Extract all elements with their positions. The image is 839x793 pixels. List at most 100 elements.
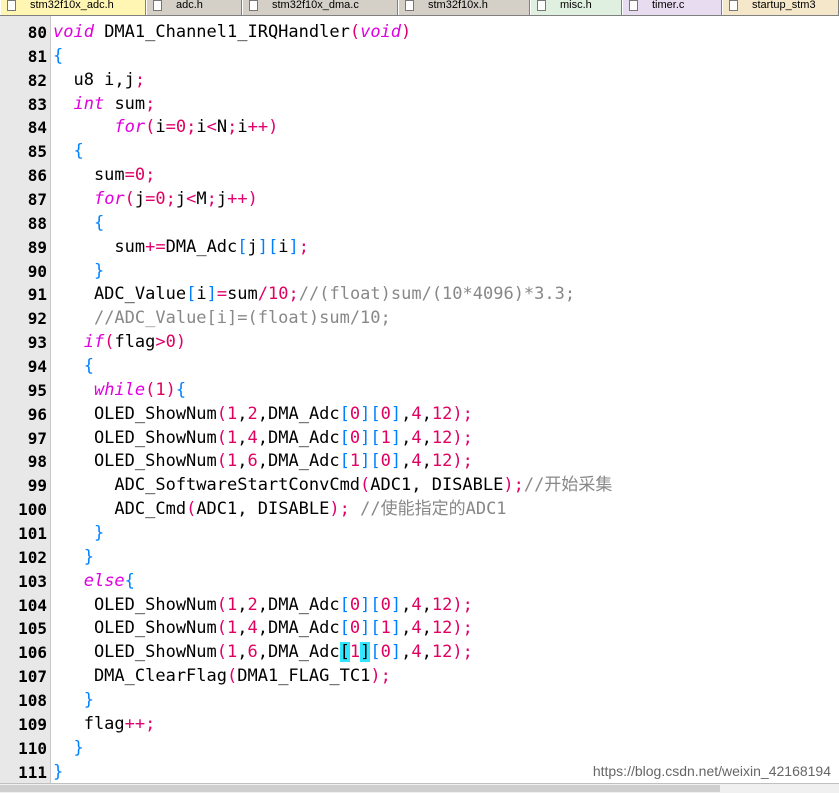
line-number: 94: [27, 357, 47, 377]
line-number: 89: [27, 237, 47, 257]
code-text[interactable]: }: [53, 689, 94, 713]
code-text[interactable]: DMA_ClearFlag(DMA1_FLAG_TC1);: [53, 665, 391, 689]
line-number: 80: [27, 23, 47, 42]
code-text[interactable]: if(flag>0): [53, 331, 186, 355]
file-icon: [405, 0, 414, 11]
code-line[interactable]: 80 void DMA1_Channel1_IRQHandler(void): [0, 21, 839, 45]
line-number: 102: [18, 547, 47, 567]
code-text[interactable]: sum=0;: [53, 164, 155, 188]
code-editor[interactable]: 80 void DMA1_Channel1_IRQHandler(void) 81 {…: [0, 21, 839, 785]
line-number: 88: [27, 213, 47, 233]
code-text[interactable]: ADC_Value[i]=sum/10;//(float)sum/(10*409…: [53, 283, 575, 307]
code-text[interactable]: u8 i,j;: [53, 69, 145, 93]
code-text[interactable]: int sum;: [53, 93, 155, 117]
code-text[interactable]: {: [53, 45, 63, 69]
code-line[interactable]: 84 for(i=0;i<N;i++): [0, 116, 839, 140]
file-icon: [249, 0, 258, 11]
tab-startup[interactable]: startup_stm3: [722, 0, 839, 15]
line-number: 85: [27, 142, 47, 162]
file-tab-bar: stm32f10x_adc.h adc.h stm32f10x_dma.c st…: [0, 0, 839, 16]
code-line[interactable]: 95 while(1){: [0, 379, 839, 403]
code-line[interactable]: 100 ADC_Cmd(ADC1, DISABLE); //使能指定的ADC1: [0, 498, 839, 522]
code-line[interactable]: 82 u8 i,j;: [0, 69, 839, 93]
line-number: 109: [18, 714, 47, 734]
code-text[interactable]: for(j=0;j<M;j++): [53, 188, 258, 212]
code-text[interactable]: OLED_ShowNum(1,2,DMA_Adc[0][0],4,12);: [53, 594, 473, 618]
tab-misc-h[interactable]: misc.h: [530, 0, 622, 15]
code-line[interactable]: 88 {: [0, 212, 839, 236]
code-text[interactable]: OLED_ShowNum(1,6,DMA_Adc[1][0],4,12);: [53, 641, 473, 665]
code-text[interactable]: //ADC_Value[i]=(float)sum/10;: [53, 307, 391, 331]
code-text[interactable]: }: [53, 737, 83, 761]
code-line[interactable]: 105 OLED_ShowNum(1,4,DMA_Adc[0][1],4,12)…: [0, 617, 839, 641]
code-text[interactable]: else{: [53, 570, 135, 594]
code-line[interactable]: 99 ADC_SoftwareStartConvCmd(ADC1, DISABL…: [0, 474, 839, 498]
code-line[interactable]: 92 //ADC_Value[i]=(float)sum/10;: [0, 307, 839, 331]
code-line[interactable]: 83 int sum;: [0, 93, 839, 117]
line-number: 105: [18, 619, 47, 639]
line-number: 95: [27, 380, 47, 400]
file-icon: [629, 0, 638, 11]
code-text[interactable]: void DMA1_Channel1_IRQHandler(void): [53, 21, 411, 45]
line-number: 108: [18, 691, 47, 711]
code-text[interactable]: }: [53, 546, 94, 570]
code-line[interactable]: 86 sum=0;: [0, 164, 839, 188]
code-line[interactable]: 98 OLED_ShowNum(1,6,DMA_Adc[1][0],4,12);: [0, 450, 839, 474]
code-line[interactable]: 91 ADC_Value[i]=sum/10;//(float)sum/(10*…: [0, 283, 839, 307]
code-text[interactable]: {: [53, 140, 83, 164]
line-number: 87: [27, 190, 47, 210]
code-line[interactable]: 90 }: [0, 260, 839, 284]
tab-timer-c[interactable]: timer.c: [622, 0, 722, 15]
code-text[interactable]: }: [53, 761, 63, 785]
code-text[interactable]: ADC_Cmd(ADC1, DISABLE); //使能指定的ADC1: [53, 498, 506, 522]
code-text[interactable]: {: [53, 212, 104, 236]
code-text[interactable]: {: [53, 355, 94, 379]
code-line[interactable]: 89 sum+=DMA_Adc[j][i];: [0, 236, 839, 260]
code-line[interactable]: 96 OLED_ShowNum(1,2,DMA_Adc[0][0],4,12);: [0, 403, 839, 427]
scrollbar-thumb[interactable]: [0, 785, 720, 792]
tab-adc-h[interactable]: adc.h: [146, 0, 242, 15]
code-text[interactable]: OLED_ShowNum(1,6,DMA_Adc[1][0],4,12);: [53, 450, 473, 474]
code-line[interactable]: 97 OLED_ShowNum(1,4,DMA_Adc[0][1],4,12);: [0, 427, 839, 451]
code-line[interactable]: 103 else{: [0, 570, 839, 594]
line-number: 82: [27, 70, 47, 90]
code-line[interactable]: 85 {: [0, 140, 839, 164]
code-line[interactable]: 104 OLED_ShowNum(1,2,DMA_Adc[0][0],4,12)…: [0, 594, 839, 618]
line-number: 97: [27, 428, 47, 448]
line-number: 86: [27, 166, 47, 186]
code-line[interactable]: 110 }: [0, 737, 839, 761]
code-line[interactable]: 93 if(flag>0): [0, 331, 839, 355]
code-line[interactable]: 101 }: [0, 522, 839, 546]
code-text[interactable]: while(1){: [53, 379, 186, 403]
code-text[interactable]: for(i=0;i<N;i++): [53, 116, 278, 140]
line-number: 100: [18, 500, 47, 520]
code-text[interactable]: sum+=DMA_Adc[j][i];: [53, 236, 309, 260]
code-line[interactable]: 94 {: [0, 355, 839, 379]
line-number: 92: [27, 309, 47, 329]
line-number: 93: [27, 333, 47, 353]
code-line[interactable]: 106 OLED_ShowNum(1,6,DMA_Adc[1][0],4,12)…: [0, 641, 839, 665]
code-text[interactable]: }: [53, 522, 104, 546]
tab-stm32f10x-dma-c[interactable]: stm32f10x_dma.c: [242, 0, 398, 15]
code-line[interactable]: 108 }: [0, 689, 839, 713]
tab-stm32f10x-adc-h[interactable]: stm32f10x_adc.h: [0, 0, 146, 15]
watermark: https://blog.csdn.net/weixin_42168194: [592, 763, 831, 779]
code-line[interactable]: 107 DMA_ClearFlag(DMA1_FLAG_TC1);: [0, 665, 839, 689]
code-line[interactable]: 102 }: [0, 546, 839, 570]
line-number: 90: [27, 261, 47, 281]
code-text[interactable]: OLED_ShowNum(1,4,DMA_Adc[0][1],4,12);: [53, 427, 473, 451]
code-text[interactable]: }: [53, 260, 104, 284]
code-line[interactable]: 81 {: [0, 45, 839, 69]
line-number: 111: [18, 762, 47, 782]
line-number: 110: [18, 738, 47, 758]
code-text[interactable]: OLED_ShowNum(1,4,DMA_Adc[0][1],4,12);: [53, 617, 473, 641]
code-text[interactable]: ADC_SoftwareStartConvCmd(ADC1, DISABLE);…: [53, 474, 612, 498]
file-icon: [729, 0, 738, 11]
code-text[interactable]: OLED_ShowNum(1,2,DMA_Adc[0][0],4,12);: [53, 403, 473, 427]
line-number: 106: [18, 643, 47, 663]
code-line[interactable]: 109 flag++;: [0, 713, 839, 737]
code-line[interactable]: 87 for(j=0;j<M;j++): [0, 188, 839, 212]
code-text[interactable]: flag++;: [53, 713, 156, 737]
file-icon: [7, 0, 16, 11]
tab-stm32f10x-h[interactable]: stm32f10x.h: [398, 0, 530, 15]
